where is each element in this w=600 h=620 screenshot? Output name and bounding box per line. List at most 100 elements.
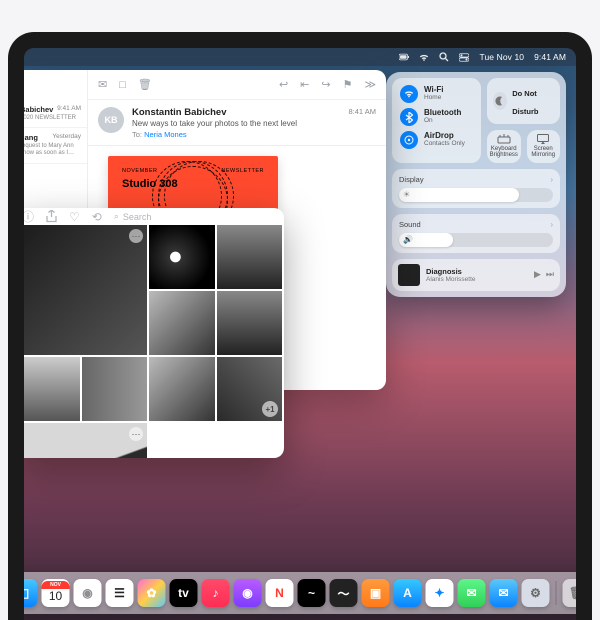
screen-mirroring-button[interactable]: Screen Mirroring	[527, 130, 561, 163]
wifi-icon[interactable]	[419, 52, 429, 62]
archive-icon[interactable]: □	[119, 79, 126, 91]
forward-icon[interactable]: ↪	[321, 78, 330, 91]
dock-app-finder[interactable]: ◧	[24, 579, 38, 607]
photo-thumbnail[interactable]: ⋯	[24, 423, 147, 458]
mail-list-item[interactable]: uang Yesterday request to Mary Ann know a…	[24, 128, 87, 163]
display-brightness-slider[interactable]: ☀	[399, 188, 553, 202]
dock-app-contacts[interactable]: ◉	[74, 579, 102, 607]
newsletter-tag: NEWSLETTER	[221, 168, 264, 174]
dock-app-appstore[interactable]: A	[394, 579, 422, 607]
more-icon[interactable]: ≫	[364, 78, 376, 91]
dock-app-news[interactable]: N	[266, 579, 294, 607]
photo-thumbnail[interactable]	[24, 357, 80, 421]
play-icon[interactable]: ▶	[534, 269, 541, 280]
mail-message-header: KB Konstantin Babichev New ways to take …	[88, 100, 386, 146]
dock-app-messages[interactable]: ✉	[458, 579, 486, 607]
info-icon[interactable]: ⓘ	[24, 208, 34, 225]
now-playing-tile[interactable]: DiagnosisAlanis Morissette ▶ ⏭	[392, 259, 560, 291]
dock: ◧ NOV10 ◉ ☰ ✿ tv ♪ ◉ N ~ 〜 ▣ A ✦ ✉ ✉ ⚙ 🗑	[24, 572, 576, 614]
mail-toolbar: ✉ □ 🗑 ↩ ⇤ ↪ ⚑ ≫	[88, 70, 386, 100]
dock-app-settings[interactable]: ⚙	[522, 579, 550, 607]
photo-thumbnail[interactable]	[149, 291, 215, 355]
mail-list-preview: request to Mary Ann know as soon as I…	[24, 143, 81, 157]
photo-grid: ⋯ +1 ⋯	[24, 225, 284, 458]
mail-subject: New ways to take your photos to the next…	[132, 119, 340, 128]
airdrop-toggle[interactable]: AirDropContacts Only	[400, 131, 473, 149]
battery-icon[interactable]	[399, 52, 409, 62]
reply-all-icon[interactable]: ⇤	[300, 78, 309, 91]
now-playing-title: Diagnosis	[426, 267, 528, 276]
dock-app-tv[interactable]: tv	[170, 579, 198, 607]
stack-count-badge: +1	[262, 401, 278, 417]
control-center-panel: Wi-FiHome BluetoothOn AirDropContacts On…	[386, 72, 566, 297]
photos-toolbar: ⓘ ♡ ⟲ ⌕ Search	[24, 208, 284, 225]
dock-app-photos[interactable]: ✿	[138, 579, 166, 607]
flag-icon[interactable]: ⚑	[343, 78, 353, 91]
bluetooth-icon	[400, 108, 418, 126]
trash-icon[interactable]: 🗑	[138, 78, 152, 91]
more-icon[interactable]: ⋯	[129, 229, 143, 243]
spotlight-icon[interactable]	[439, 52, 449, 62]
sun-icon: ☀	[403, 190, 410, 199]
dock-app-safari[interactable]: ✦	[426, 579, 454, 607]
keyboard-brightness-label: Keyboard Brightness	[489, 146, 519, 159]
dock-app-books[interactable]: ▣	[362, 579, 390, 607]
menubar-date[interactable]: Tue Nov 10	[479, 52, 524, 62]
avatar: KB	[98, 107, 124, 133]
search-placeholder: Search	[123, 212, 152, 222]
dock-app-reminders[interactable]: ☰	[106, 579, 134, 607]
reply-icon[interactable]: ↩	[279, 78, 288, 91]
display-label: Display	[399, 175, 424, 184]
photo-thumbnail[interactable]	[149, 225, 215, 289]
dock-app-calendar[interactable]: NOV10	[42, 579, 70, 607]
dock-separator	[556, 581, 557, 605]
mail-list-item[interactable]: Babichev9:41 AM 2020 NEWSLETTER	[24, 100, 87, 128]
display-slider-block: Display › ☀	[392, 169, 560, 208]
bluetooth-toggle[interactable]: BluetoothOn	[400, 108, 473, 126]
menubar-time[interactable]: 9:41 AM	[534, 52, 566, 62]
next-track-icon[interactable]: ⏭	[546, 269, 554, 280]
photo-thumbnail[interactable]	[217, 291, 283, 355]
photo-thumbnail[interactable]: +1	[217, 357, 283, 421]
sound-slider-block: Sound› 🔊	[392, 214, 560, 253]
airdrop-icon	[400, 131, 418, 149]
mail-list-from: uang	[24, 133, 38, 142]
keyboard-brightness-button[interactable]: Keyboard Brightness	[487, 130, 521, 163]
dock-app-podcasts[interactable]: ◉	[234, 579, 262, 607]
chevron-right-icon[interactable]: ›	[550, 175, 553, 184]
desktop: Tue Nov 10 9:41 AM Wi-FiHome BluetoothOn	[24, 48, 576, 620]
photo-thumbnail[interactable]	[217, 225, 283, 289]
dnd-label: Do Not Disturb	[512, 89, 538, 116]
dock-trash[interactable]: 🗑	[563, 579, 577, 607]
dock-app-music[interactable]: ♪	[202, 579, 230, 607]
search-input[interactable]: ⌕ Search	[114, 211, 274, 222]
mail-list-time: Yesterday	[52, 133, 81, 142]
rotate-icon[interactable]: ⟲	[92, 210, 102, 224]
mail-recipient: Neria Mones	[144, 130, 187, 139]
chevron-right-icon[interactable]: ›	[550, 220, 553, 229]
wifi-toggle[interactable]: Wi-FiHome	[400, 85, 473, 103]
mail-list-time: 9:41 AM	[57, 105, 81, 114]
sound-volume-slider[interactable]: 🔊	[399, 233, 553, 247]
dock-app-stocks[interactable]: ~	[298, 579, 326, 607]
more-icon[interactable]: ⋯	[129, 427, 143, 441]
control-center-icon[interactable]	[459, 52, 469, 62]
now-playing-artist: Alanis Morissette	[426, 276, 528, 283]
photo-thumbnail[interactable]: ⋯	[24, 225, 147, 355]
share-icon[interactable]	[46, 210, 57, 223]
search-icon: ⌕	[114, 211, 119, 222]
wifi-icon	[400, 85, 418, 103]
moon-icon	[493, 92, 507, 110]
bluetooth-status: On	[424, 118, 461, 125]
mail-from: Konstantin Babichev	[132, 107, 340, 118]
dnd-toggle[interactable]: Do Not Disturb	[487, 78, 560, 124]
dock-app-voice-memos[interactable]: 〜	[330, 579, 358, 607]
keyboard-brightness-icon	[497, 134, 511, 144]
photo-thumbnail[interactable]	[82, 357, 148, 421]
screen-mirroring-icon	[537, 134, 549, 144]
photo-thumbnail[interactable]	[149, 357, 215, 421]
envelope-icon[interactable]: ✉	[98, 78, 107, 91]
heart-icon[interactable]: ♡	[69, 210, 80, 224]
airdrop-status: Contacts Only	[424, 141, 465, 148]
dock-app-mail[interactable]: ✉	[490, 579, 518, 607]
